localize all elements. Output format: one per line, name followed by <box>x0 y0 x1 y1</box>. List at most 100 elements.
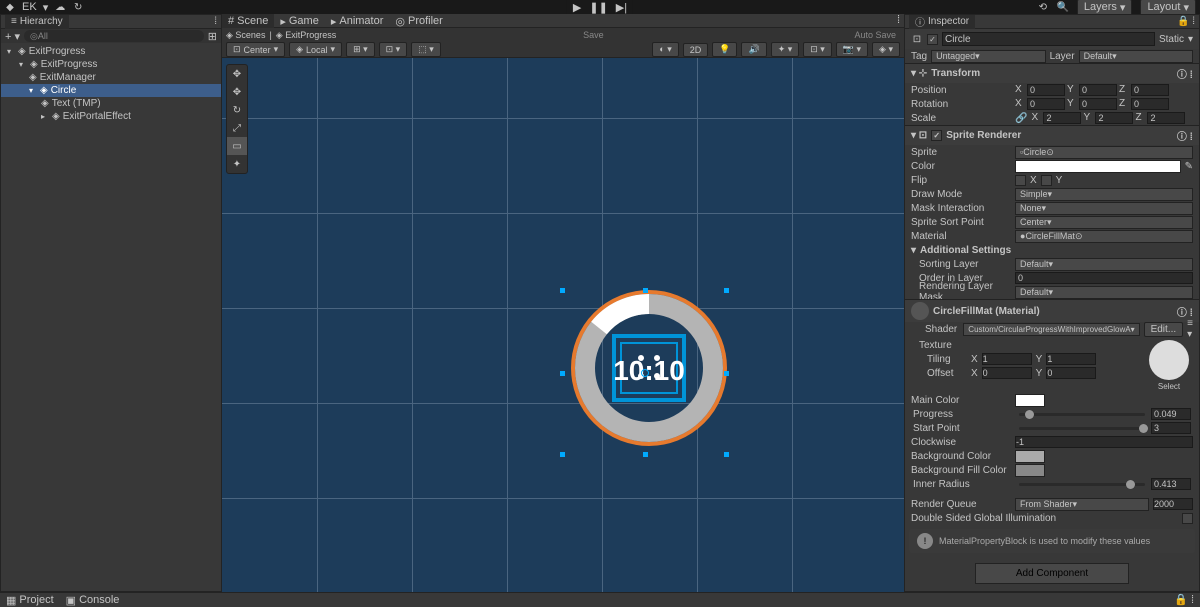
draw-mode[interactable]: ◐ ▾ <box>652 42 678 57</box>
filter-icon[interactable]: ⊞ <box>208 30 217 43</box>
draw-mode-dropdown[interactable]: Simple ▾ <box>1015 188 1193 201</box>
rot-z[interactable] <box>1131 98 1169 110</box>
clockwise-field[interactable] <box>1015 436 1193 448</box>
layer-dropdown[interactable]: Default ▾ <box>1079 50 1193 63</box>
autosave-toggle[interactable]: Auto Save <box>850 30 900 40</box>
scale-x[interactable] <box>1043 112 1081 124</box>
panel-menu-icon[interactable]: ⁞ <box>214 16 217 27</box>
scale-tool[interactable]: ⤢ <box>227 119 247 137</box>
rotate-tool[interactable]: ↻ <box>227 101 247 119</box>
transform-component[interactable]: ▾ ⊹ Transformⓘ ⁞ <box>905 63 1199 83</box>
bottom-menu-icon[interactable]: 🔒 ⁞ <box>1168 593 1200 606</box>
render-queue-value[interactable] <box>1153 498 1193 510</box>
grid-toggle[interactable]: ⊞ ▾ <box>346 42 375 57</box>
render-queue-mode[interactable]: From Shader ▾ <box>1015 498 1149 511</box>
progress-slider[interactable] <box>1019 413 1145 416</box>
2d-toggle[interactable]: 2D <box>683 43 709 57</box>
sprite-renderer-component[interactable]: ▾ ⊡ ✓ Sprite Rendererⓘ ⁞ <box>905 125 1199 145</box>
tab-console[interactable]: ▣ Console <box>60 593 126 607</box>
edit-shader-button[interactable]: Edit... <box>1144 322 1184 337</box>
pause-button[interactable]: ❚❚ <box>589 1 607 14</box>
tab-game[interactable]: ▸ Game <box>274 14 325 28</box>
play-button[interactable]: ▶ <box>573 1 581 14</box>
cloud-icon[interactable]: ☁ <box>54 1 66 13</box>
undo-icon[interactable]: ⟲ <box>1037 1 1049 13</box>
dropdown-icon[interactable]: ▾ <box>43 1 49 14</box>
color-field[interactable] <box>1015 160 1181 173</box>
sort-point-dropdown[interactable]: Center ▾ <box>1015 216 1193 229</box>
fx-toggle[interactable]: ✦ ▾ <box>771 42 800 57</box>
gizmo-toggle[interactable]: ⊡ ▾ <box>803 42 832 57</box>
pos-x[interactable] <box>1027 84 1065 96</box>
order-field[interactable] <box>1015 272 1193 284</box>
scale-z[interactable] <box>1147 112 1185 124</box>
rot-x[interactable] <box>1027 98 1065 110</box>
selection-box[interactable] <box>562 290 727 455</box>
tab-project[interactable]: ▦ Project <box>0 593 60 607</box>
tree-node[interactable]: ▸◈ ExitPortalEffect <box>1 110 221 123</box>
flip-y-checkbox[interactable] <box>1041 175 1052 186</box>
tiling-x[interactable] <box>982 353 1032 365</box>
tree-node[interactable]: ◈ Text (TMP) <box>1 97 221 110</box>
inspector-tab[interactable]: ⓘ Inspector <box>909 15 975 29</box>
tree-node-selected[interactable]: ▾◈ Circle <box>1 84 221 97</box>
increment-toggle[interactable]: ⬚ ▾ <box>411 42 441 57</box>
user-label[interactable]: EK <box>22 1 37 13</box>
current-scene[interactable]: ◈ ExitProgress <box>276 30 336 41</box>
search-icon[interactable]: 🔍 <box>1057 1 1069 13</box>
tab-scene[interactable]: # Scene <box>222 14 274 28</box>
step-button[interactable]: ▶| <box>616 1 627 14</box>
move-tool[interactable]: ✥ <box>227 83 247 101</box>
bg-color-field[interactable] <box>1015 450 1045 463</box>
object-name-field[interactable] <box>942 32 1155 46</box>
shader-dropdown[interactable]: Custom/CircularProgressWithImprovedGlowA… <box>963 323 1139 336</box>
static-dropdown[interactable]: ▾ <box>1188 34 1193 45</box>
select-texture-button[interactable]: Select <box>1147 382 1191 391</box>
tab-profiler[interactable]: ◎ Profiler <box>389 14 448 28</box>
scale-y[interactable] <box>1095 112 1133 124</box>
scenes-icon[interactable]: ◈ Scenes <box>226 30 265 41</box>
inner-radius-value[interactable] <box>1151 478 1191 490</box>
material-field[interactable]: ● CircleFillMat ⊙ <box>1015 230 1193 243</box>
transform-tool[interactable]: ✦ <box>227 155 247 173</box>
save-button[interactable]: Save <box>579 30 608 40</box>
pos-y[interactable] <box>1079 84 1117 96</box>
scene-viewport[interactable]: ✥ ✥ ↻ ⤢ ▭ ✦ 10:10 <box>222 58 904 592</box>
hierarchy-tab[interactable]: ≡ Hierarchy <box>5 15 69 29</box>
lock-icon[interactable]: 🔒 ⁞ <box>1177 16 1195 27</box>
gizmos-dropdown[interactable]: ◈ ▾ <box>872 42 900 57</box>
tiling-y[interactable] <box>1046 353 1096 365</box>
history-icon[interactable]: ↻ <box>72 1 84 13</box>
tree-node-root[interactable]: ▾◈ ExitProgress <box>1 58 221 71</box>
flip-x-checkbox[interactable] <box>1015 175 1026 186</box>
main-color-field[interactable] <box>1015 394 1045 407</box>
handle-dropdown[interactable]: ◈ Local ▾ <box>289 42 342 57</box>
offset-y[interactable] <box>1046 367 1096 379</box>
progress-value[interactable] <box>1151 408 1191 420</box>
render-mask-dropdown[interactable]: Default ▾ <box>1015 286 1193 299</box>
pivot-dropdown[interactable]: ⊡ Center ▾ <box>226 42 285 57</box>
view-tool[interactable]: ✥ <box>227 65 247 83</box>
scene-row[interactable]: ▾◈ ExitProgress <box>1 45 221 58</box>
link-icon[interactable]: 🔗 <box>1015 113 1027 124</box>
snap-toggle[interactable]: ⊡ ▾ <box>379 42 408 57</box>
start-point-slider[interactable] <box>1019 427 1145 430</box>
offset-x[interactable] <box>982 367 1032 379</box>
tree-node[interactable]: ◈ ExitManager <box>1 71 221 84</box>
active-checkbox[interactable]: ✓ <box>927 34 938 45</box>
add-button[interactable]: + ▾ <box>5 30 20 43</box>
material-component[interactable]: CircleFillMat (Material)ⓘ ⁞ <box>905 299 1199 322</box>
lighting-toggle[interactable]: 💡 <box>712 42 737 57</box>
inner-radius-slider[interactable] <box>1019 483 1145 486</box>
gi-checkbox[interactable] <box>1182 513 1193 524</box>
pos-z[interactable] <box>1131 84 1169 96</box>
tag-dropdown[interactable]: Untagged ▾ <box>931 50 1045 63</box>
panel-menu-icon[interactable]: ⁞ <box>893 14 904 27</box>
hierarchy-search[interactable]: ◎ All <box>24 30 204 42</box>
camera-toggle[interactable]: 📷 ▾ <box>836 42 868 57</box>
bg-fill-color-field[interactable] <box>1015 464 1045 477</box>
rot-y[interactable] <box>1079 98 1117 110</box>
sprite-field[interactable]: ▫ Circle ⊙ <box>1015 146 1193 159</box>
sorting-layer-dropdown[interactable]: Default ▾ <box>1015 258 1193 271</box>
start-point-value[interactable] <box>1151 422 1191 434</box>
